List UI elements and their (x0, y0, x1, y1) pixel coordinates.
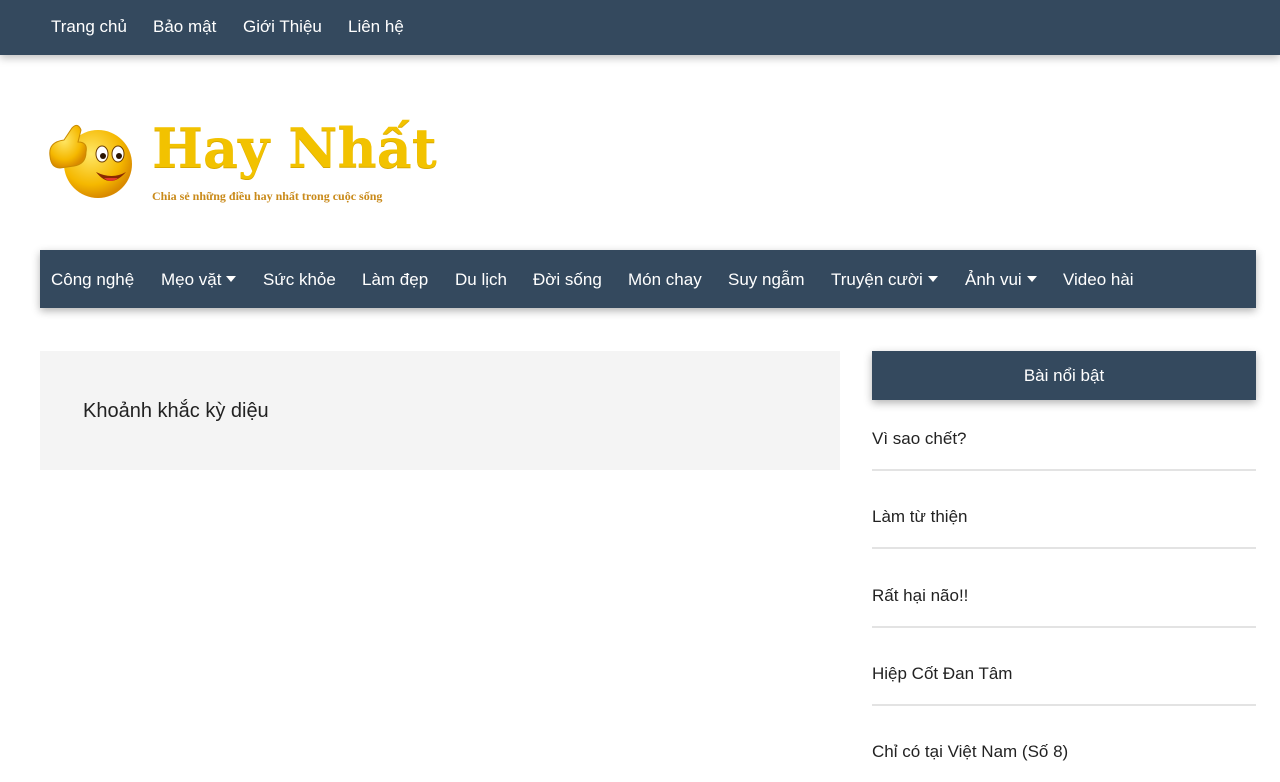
top-link-about[interactable]: Giới Thiệu (243, 17, 322, 37)
nav-item-video-hai[interactable]: Video hài (1063, 270, 1134, 290)
nav-label: Món chay (628, 270, 702, 289)
sidebar-post-title[interactable]: Làm từ thiện (872, 507, 967, 527)
caret-down-icon (226, 276, 237, 282)
logo-tagline: Chia sẻ những điều hay nhất trong cuộc s… (152, 189, 383, 203)
nav-label: Đời sống (533, 270, 602, 289)
nav-item-suy-ngam[interactable]: Suy ngẫm (728, 270, 805, 290)
nav-item-lam-dep[interactable]: Làm đẹp (362, 270, 428, 290)
sidebar-post-item[interactable]: Hiệp Cốt Đan Tâm (872, 664, 1256, 706)
nav-item-cong-nghe[interactable]: Công nghệ (51, 270, 134, 290)
article-card[interactable]: Khoảnh khắc kỳ diệu (40, 351, 840, 470)
nav-item-truyen-cuoi[interactable]: Truyện cười (831, 270, 938, 290)
sidebar-post-item[interactable]: Rất hại não!! (872, 586, 1256, 628)
caret-down-icon (927, 276, 938, 282)
article-title[interactable]: Khoảnh khắc kỳ diệu (83, 400, 269, 423)
nav-item-anh-vui[interactable]: Ảnh vui (965, 270, 1037, 290)
nav-item-du-lich[interactable]: Du lịch (455, 270, 507, 290)
nav-label: Truyện cười (831, 270, 923, 289)
sidebar-post-title[interactable]: Hiệp Cốt Đan Tâm (872, 664, 1012, 684)
sidebar-post-title[interactable]: Rất hại não!! (872, 586, 968, 606)
top-bar: Trang chủ Bảo mật Giới Thiệu Liên hệ (0, 0, 1280, 55)
caret-down-icon (1026, 276, 1037, 282)
site-logo[interactable]: Hay Nhất Chia sẻ những điều hay nhất tro… (46, 108, 437, 218)
sidebar-post-item[interactable]: Làm từ thiện (872, 507, 1256, 549)
main-nav: Công nghệ Mẹo vặt Sức khỏe Làm đẹp Du lị… (40, 250, 1256, 308)
nav-label: Sức khỏe (263, 270, 336, 289)
sidebar-post-item[interactable]: Chỉ có tại Việt Nam (Số 8) (872, 742, 1256, 782)
nav-label: Làm đẹp (362, 270, 429, 289)
nav-item-meo-vat[interactable]: Mẹo vặt (161, 270, 237, 290)
top-link-contact[interactable]: Liên hệ (348, 17, 404, 37)
sidebar-post-title[interactable]: Vì sao chết? (872, 429, 967, 449)
nav-label: Video hài (1063, 270, 1134, 289)
thumbs-up-smiley-icon (49, 124, 132, 198)
nav-label: Du lịch (455, 270, 507, 289)
nav-item-doi-song[interactable]: Đời sống (533, 270, 602, 290)
logo-title: Hay Nhất (152, 116, 437, 180)
nav-label: Mẹo vặt (161, 270, 222, 289)
top-link-home[interactable]: Trang chủ (51, 17, 127, 37)
nav-label: Ảnh vui (965, 270, 1022, 289)
nav-label: Công nghệ (51, 270, 135, 289)
nav-label: Suy ngẫm (728, 270, 805, 289)
sidebar-post-item[interactable]: Vì sao chết? (872, 429, 1256, 471)
sidebar-post-title[interactable]: Chỉ có tại Việt Nam (Số 8) (872, 742, 1068, 762)
nav-item-mon-chay[interactable]: Món chay (628, 270, 702, 290)
nav-item-suc-khoe[interactable]: Sức khỏe (263, 270, 336, 290)
top-link-security[interactable]: Bảo mật (153, 17, 216, 37)
sidebar-header: Bài nổi bật (872, 351, 1256, 400)
